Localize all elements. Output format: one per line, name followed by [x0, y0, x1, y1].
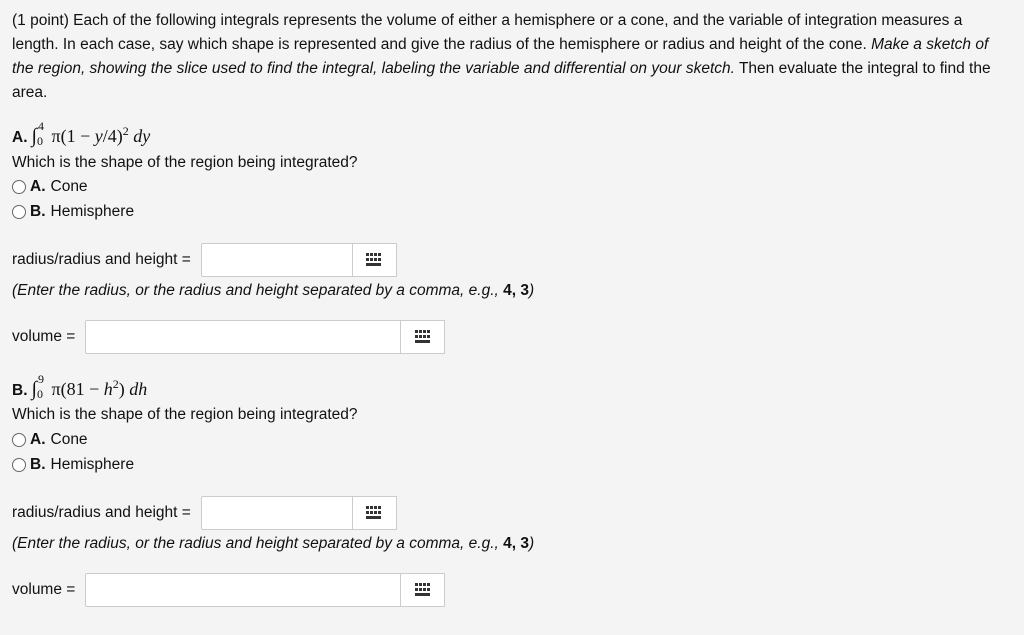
- part-a-radius-keypad-button[interactable]: [352, 243, 397, 277]
- part-b-radius-keypad-button[interactable]: [352, 496, 397, 530]
- part-a-integral: A. ∫ 4 0 π(1 − y/4)2 dy: [12, 119, 151, 148]
- part-a-radius-input[interactable]: [200, 243, 353, 277]
- keypad-icon: [366, 506, 382, 519]
- part-b-question: Which is the shape of the region being i…: [12, 406, 358, 423]
- radio-button[interactable]: [12, 433, 26, 447]
- radio-button[interactable]: [12, 205, 26, 219]
- part-a-label: A.: [12, 129, 28, 146]
- part-b-radius-input[interactable]: [200, 496, 353, 530]
- keypad-icon: [366, 253, 382, 266]
- part-a-option-hemisphere[interactable]: B. Hemisphere: [12, 203, 134, 221]
- part-b-volume-keypad-button[interactable]: [401, 573, 446, 607]
- part-a-volume-input[interactable]: [85, 320, 402, 354]
- part-b-option-cone[interactable]: A. Cone: [12, 431, 88, 449]
- keypad-icon: [414, 330, 430, 343]
- part-b-radius-row: radius/radius and height =: [12, 496, 397, 530]
- part-b-hint: (Enter the radius, or the radius and hei…: [12, 535, 535, 552]
- part-a-volume-keypad-button[interactable]: [401, 320, 446, 354]
- problem-page: (1 point) Each of the following integral…: [0, 0, 1024, 635]
- part-a-option-cone[interactable]: A. Cone: [12, 178, 88, 196]
- part-b-volume-row: volume =: [12, 573, 446, 607]
- part-a-hint: (Enter the radius, or the radius and hei…: [12, 282, 535, 299]
- part-a-radius-row: radius/radius and height =: [12, 243, 397, 277]
- radio-button[interactable]: [12, 180, 26, 194]
- part-b-volume-input[interactable]: [85, 573, 402, 607]
- part-b-option-hemisphere[interactable]: B. Hemisphere: [12, 456, 134, 474]
- radius-label: radius/radius and height =: [12, 504, 191, 521]
- part-a-question: Which is the shape of the region being i…: [12, 154, 358, 171]
- part-a-volume-row: volume =: [12, 320, 446, 354]
- part-b-integral: B. ∫ 9 0 π(81 − h2) dh: [12, 372, 148, 401]
- radius-label: radius/radius and height =: [12, 251, 191, 268]
- volume-label: volume =: [12, 328, 76, 345]
- volume-label: volume =: [12, 581, 76, 598]
- radio-button[interactable]: [12, 458, 26, 472]
- part-b-label: B.: [12, 382, 28, 399]
- intro-text: (1 point) Each of the following integral…: [12, 12, 963, 53]
- problem-statement: (1 point) Each of the following integral…: [12, 9, 1012, 105]
- keypad-icon: [414, 583, 430, 596]
